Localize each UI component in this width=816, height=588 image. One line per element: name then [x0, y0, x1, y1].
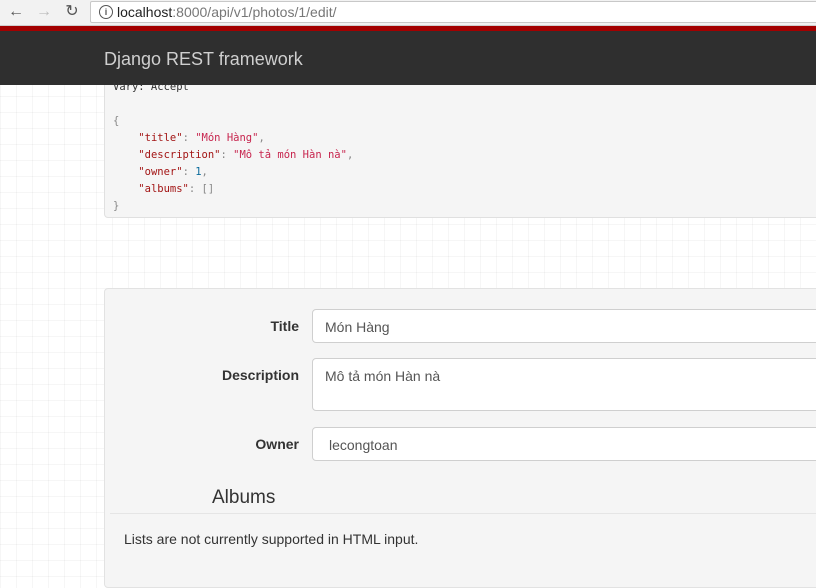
albums-value: []	[201, 183, 215, 195]
edit-form: Title Món Hàng Description Mô tả món Hàn…	[104, 288, 816, 588]
reload-icon[interactable]: ↻	[62, 2, 82, 22]
info-icon[interactable]: i	[99, 5, 113, 19]
arrow-right-icon[interactable]: →	[34, 2, 54, 22]
response-panel: Vary: Accept { "title": "Món Hàng", "des…	[104, 81, 816, 218]
description-key: "description"	[138, 149, 221, 161]
albums-key: "albums"	[138, 183, 189, 195]
navbar-accent-stripe	[0, 26, 816, 31]
brand-link[interactable]: Django REST framework	[104, 49, 303, 70]
albums-heading: Albums	[212, 487, 276, 508]
address-bar[interactable]: i localhost:8000/api/v1/photos/1/edit/	[90, 1, 816, 23]
title-label: Title	[270, 318, 299, 334]
owner-select[interactable]: lecongtoan	[312, 427, 816, 461]
response-header-fragment: Vary: Accept	[113, 81, 189, 93]
description-textarea[interactable]: Mô tả món Hàn nà	[312, 358, 816, 411]
browser-toolbar: ← → ↻ i localhost:8000/api/v1/photos/1/e…	[0, 0, 816, 26]
navbar: Django REST framework	[0, 26, 816, 85]
url-text: localhost:8000/api/v1/photos/1/edit/	[117, 4, 337, 20]
title-value: "Món Hàng"	[195, 132, 259, 144]
divider	[110, 513, 816, 514]
owner-label: Owner	[255, 436, 299, 452]
description-value: "Mô tả món Hàn nà"	[233, 149, 347, 161]
description-label: Description	[221, 367, 299, 383]
close-brace: }	[113, 200, 120, 212]
response-content: Vary: Accept { "title": "Món Hàng", "des…	[113, 81, 354, 212]
title-key: "title"	[138, 132, 183, 144]
albums-note: Lists are not currently supported in HTM…	[124, 531, 419, 547]
open-brace: {	[113, 115, 120, 127]
title-input[interactable]: Món Hàng	[312, 309, 816, 343]
arrow-left-icon[interactable]: ←	[6, 2, 26, 22]
owner-key: "owner"	[138, 166, 183, 178]
